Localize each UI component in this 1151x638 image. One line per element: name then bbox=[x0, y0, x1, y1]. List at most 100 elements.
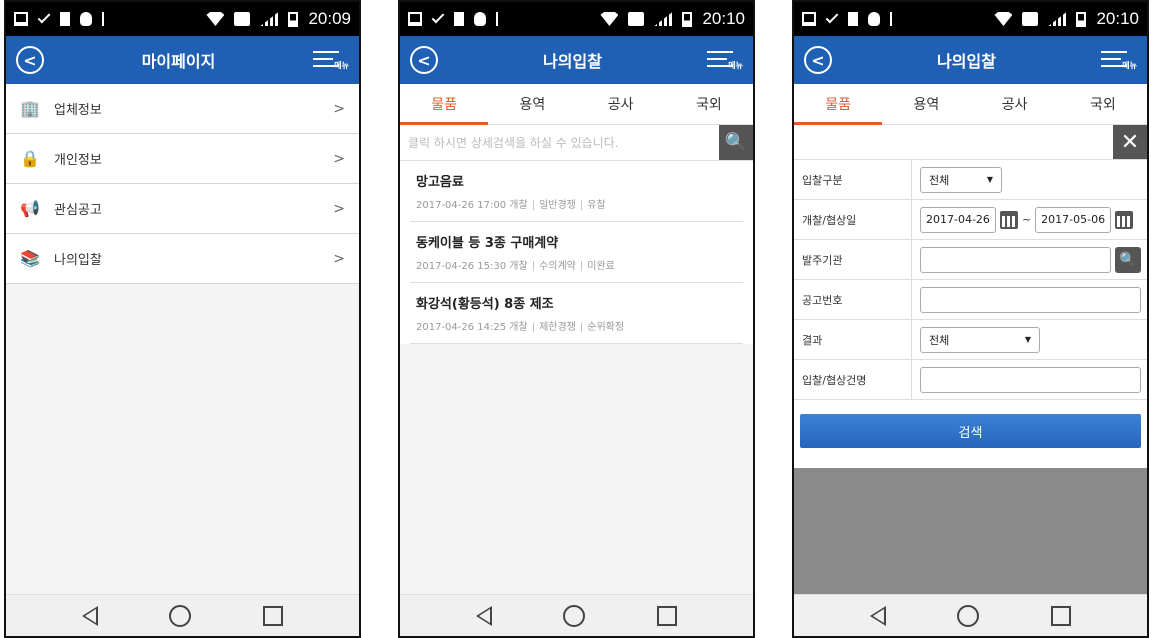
menu-item-personal-info[interactable]: 🔒 개인정보 > bbox=[6, 134, 359, 184]
notice-no-input[interactable] bbox=[920, 286, 1141, 313]
back-button[interactable]: < bbox=[804, 46, 832, 74]
android-nav-bar bbox=[400, 594, 753, 636]
category-tabs: 물품 용역 공사 국외 bbox=[400, 84, 753, 125]
nav-back-icon[interactable] bbox=[81, 605, 98, 626]
no-sim-icon bbox=[628, 12, 645, 26]
search-submit-button[interactable]: 검색 bbox=[800, 414, 1141, 448]
android-nav-bar bbox=[794, 594, 1147, 636]
check-icon bbox=[37, 10, 51, 24]
close-button[interactable]: ✕ bbox=[1113, 125, 1147, 159]
tab-goods[interactable]: 물품 bbox=[400, 84, 489, 125]
status-icons-right: 20:10 bbox=[994, 9, 1139, 29]
file-icon bbox=[454, 12, 464, 26]
list-item[interactable]: 망고음료 2017-04-26 17:00 개찰 | 일반경쟁 | 유찰 bbox=[410, 161, 743, 222]
bid-datetime: 2017-04-26 14:25 개찰 bbox=[416, 322, 528, 333]
bid-type-select[interactable]: 전체 ▼ bbox=[920, 166, 1002, 193]
result-value: 전체 bbox=[929, 333, 950, 347]
bid-list: 망고음료 2017-04-26 17:00 개찰 | 일반경쟁 | 유찰 동케이블 등 … bbox=[400, 161, 753, 344]
agency-input[interactable] bbox=[920, 246, 1111, 273]
search-button[interactable]: 🔍 bbox=[719, 125, 753, 160]
tab-services[interactable]: 용역 bbox=[882, 84, 970, 124]
battery-icon bbox=[1076, 11, 1087, 27]
form-row-date: 개찰/협상일 2017-04-26 ~ 2017-05-06 bbox=[794, 200, 1147, 240]
back-button[interactable]: < bbox=[410, 46, 438, 74]
menu-button[interactable]: 메뉴 bbox=[1100, 47, 1137, 73]
app-header: < 마이페이지 메뉴 bbox=[6, 36, 359, 84]
tab-overseas[interactable]: 국외 bbox=[1059, 84, 1147, 124]
date-to-field[interactable]: 2017-05-06 bbox=[1035, 206, 1112, 233]
agency-search-button[interactable]: 🔍 bbox=[1115, 246, 1141, 273]
result-select[interactable]: 전체 ▼ bbox=[920, 326, 1040, 353]
nav-home-icon[interactable] bbox=[563, 604, 586, 627]
back-button[interactable]: < bbox=[16, 46, 44, 74]
nav-back-icon[interactable] bbox=[869, 605, 886, 626]
form-row-bid-name: 입찰/협상건명 bbox=[794, 360, 1147, 400]
screenshot-icon bbox=[802, 12, 816, 26]
chevron-right-icon: > bbox=[333, 100, 345, 117]
tab-construction[interactable]: 공사 bbox=[577, 84, 665, 124]
nav-home-icon[interactable] bbox=[957, 604, 980, 627]
date-from-field[interactable]: 2017-04-26 bbox=[920, 206, 996, 233]
bid-meta: 2017-04-26 15:30 개찰 | 수의계약 | 미완료 bbox=[416, 257, 737, 272]
bid-datetime: 2017-04-26 17:00 개찰 bbox=[416, 200, 528, 211]
calendar-icon[interactable] bbox=[1115, 210, 1134, 229]
form-field: 🔍 bbox=[912, 240, 1147, 279]
bid-type: 수의계약 bbox=[539, 261, 576, 272]
menu-button[interactable]: 메뉴 bbox=[312, 47, 349, 73]
separator: | bbox=[579, 200, 584, 211]
form-field: 2017-04-26 ~ 2017-05-06 bbox=[912, 200, 1147, 239]
file-icon bbox=[60, 12, 70, 26]
chevron-left-icon: < bbox=[23, 50, 37, 70]
separator: | bbox=[579, 322, 584, 333]
tab-goods[interactable]: 물품 bbox=[794, 84, 883, 125]
status-bar: 20:10 bbox=[400, 2, 753, 36]
bid-result: 미완료 bbox=[587, 261, 615, 272]
bid-name-input[interactable] bbox=[920, 366, 1141, 393]
menu-item-my-bids[interactable]: 📚 나의입찰 > bbox=[6, 234, 359, 284]
debug-icon bbox=[868, 12, 880, 26]
tab-services[interactable]: 용역 bbox=[488, 84, 576, 124]
wifi-icon bbox=[600, 12, 619, 26]
nav-recents-icon[interactable] bbox=[657, 605, 678, 626]
list-item[interactable]: 동케이블 등 3종 구매계약 2017-04-26 15:30 개찰 | 수의계약 |… bbox=[410, 222, 743, 283]
result-label: 결과 bbox=[794, 320, 912, 359]
menu-button[interactable]: 메뉴 bbox=[706, 47, 743, 73]
bid-name-label: 입찰/협상건명 bbox=[794, 360, 912, 399]
bid-type-value: 전체 bbox=[929, 173, 950, 187]
list-item[interactable]: 화강석(황등석) 8종 제조 2017-04-26 14:25 개찰 | 제한경쟁 |… bbox=[410, 283, 743, 344]
menu-item-label: 나의입찰 bbox=[54, 253, 102, 268]
no-sim-icon bbox=[1022, 12, 1039, 26]
search-input[interactable] bbox=[400, 125, 719, 160]
menu-item-interest-notices[interactable]: 📢 관심공고 > bbox=[6, 184, 359, 234]
signal-icon bbox=[260, 12, 279, 26]
phone-my-bids-search: 20:10 < 나의입찰 메뉴 물품 용역 공사 국외 ✕ 입찰구분 전체 ▼ bbox=[792, 0, 1149, 638]
form-field bbox=[912, 280, 1147, 319]
menu-item-company-info[interactable]: 🏢 업체정보 > bbox=[6, 84, 359, 134]
usb-icon bbox=[890, 12, 892, 26]
file-icon bbox=[848, 12, 858, 26]
menu-label: 메뉴 bbox=[1122, 61, 1137, 70]
debug-icon bbox=[80, 12, 92, 26]
caret-down-icon: ▼ bbox=[986, 175, 993, 184]
mypage-menu-list: 🏢 업체정보 > 🔒 개인정보 > 📢 관심공고 > 📚 나의입찰 > bbox=[6, 84, 359, 284]
wifi-icon bbox=[994, 12, 1013, 26]
overlay-backdrop[interactable] bbox=[794, 468, 1147, 610]
chevron-left-icon: < bbox=[417, 50, 431, 70]
app-header: < 나의입찰 메뉴 bbox=[794, 36, 1147, 84]
nav-home-icon[interactable] bbox=[169, 604, 192, 627]
tab-overseas[interactable]: 국외 bbox=[665, 84, 753, 124]
nav-recents-icon[interactable] bbox=[263, 605, 284, 626]
tab-construction[interactable]: 공사 bbox=[971, 84, 1059, 124]
status-icons-right: 20:09 bbox=[206, 9, 351, 29]
megaphone-icon: 📢 bbox=[20, 199, 40, 218]
hamburger-icon bbox=[706, 51, 733, 53]
nav-recents-icon[interactable] bbox=[1051, 605, 1072, 626]
clock: 20:09 bbox=[308, 9, 351, 28]
nav-back-icon[interactable] bbox=[475, 605, 492, 626]
status-bar: 20:10 bbox=[794, 2, 1147, 36]
page-title: 나의입찰 bbox=[543, 52, 602, 71]
submit-area: 검색 bbox=[794, 400, 1147, 468]
calendar-icon[interactable] bbox=[999, 210, 1018, 229]
agency-label: 발주기관 bbox=[794, 240, 912, 279]
bid-title: 망고음료 bbox=[416, 175, 464, 190]
